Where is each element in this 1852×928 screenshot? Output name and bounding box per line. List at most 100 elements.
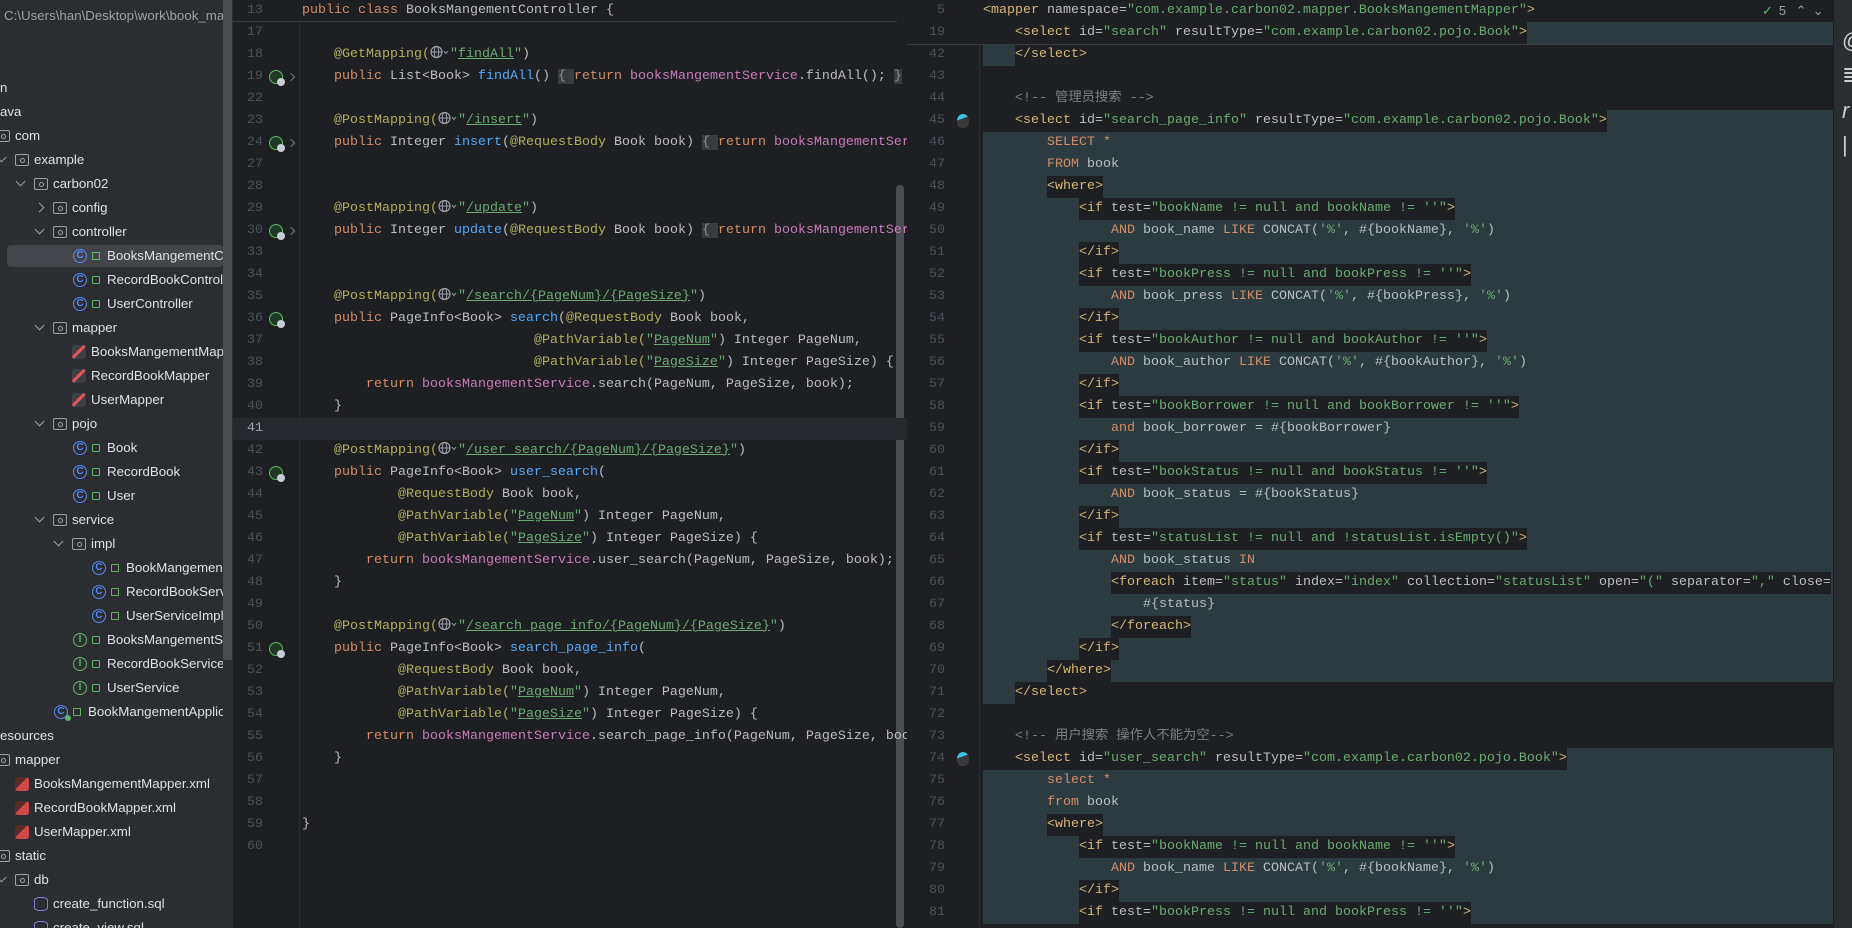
chevron-down-icon[interactable] xyxy=(0,152,7,163)
globe-url-icon[interactable] xyxy=(438,111,458,125)
code-line[interactable]: 47 return booksMangementService.user_sea… xyxy=(233,550,907,572)
code-line[interactable]: 55 <if test="bookAuthor != null and bookA… xyxy=(907,330,1833,352)
code-line[interactable]: 52 @RequestBody Book book, xyxy=(233,660,907,682)
tree-item[interactable]: C BooksMangementController xyxy=(0,244,223,268)
spring-bean-gutter-icon[interactable] xyxy=(269,70,285,86)
code-line[interactable]: 75 select * xyxy=(907,770,1833,792)
code-line[interactable]: 48 <where> xyxy=(907,176,1833,198)
code-line[interactable]: 56 } xyxy=(233,748,907,770)
code-line[interactable]: 45 <select id="search_page_info" resultTy… xyxy=(907,110,1833,132)
code-line[interactable]: 42 </select> xyxy=(907,44,1833,66)
code-line[interactable]: 50 AND book_name LIKE CONCAT('%', #{bookN… xyxy=(907,220,1833,242)
code-line[interactable]: 36 public PageInfo<Book> search(@Request… xyxy=(233,308,907,330)
chevron-down-icon[interactable] xyxy=(34,224,45,235)
code-line[interactable]: 56 AND book_author LIKE CONCAT('%', #{boo… xyxy=(907,352,1833,374)
code-line[interactable]: 71 </select> xyxy=(907,682,1833,704)
code-line[interactable]: 45 @PathVariable("PageNum") Integer Page… xyxy=(233,506,907,528)
spring-bean-gutter-icon[interactable] xyxy=(269,466,285,482)
code-line[interactable]: 22 xyxy=(233,88,907,110)
notifications-icon[interactable]: @ xyxy=(1842,28,1852,54)
spring-bean-gutter-icon[interactable] xyxy=(269,136,285,152)
code-line[interactable]: 74 <select id="user_search" resultType="c… xyxy=(907,748,1833,770)
code-line[interactable]: 80 </if> xyxy=(907,880,1833,902)
tree-item[interactable]: BooksMangementMapper.xml xyxy=(0,772,223,796)
code-line[interactable]: 76 from book xyxy=(907,792,1833,814)
tree-item[interactable]: create_function.sql xyxy=(0,892,223,916)
tree-item[interactable] xyxy=(0,28,223,52)
code-line[interactable]: 38 @PathVariable("PageSize") Integer Pag… xyxy=(233,352,907,374)
tree-item[interactable]: ava xyxy=(0,100,223,124)
code-line[interactable]: 51 </if> xyxy=(907,242,1833,264)
tree-item[interactable]: C User xyxy=(0,484,223,508)
globe-url-icon[interactable] xyxy=(438,199,458,213)
tree-item[interactable]: C UserController xyxy=(0,292,223,316)
code-line[interactable]: 40 } xyxy=(233,396,907,418)
code-line[interactable]: 55 return booksMangementService.search_p… xyxy=(233,726,907,748)
code-line[interactable]: 54 </if> xyxy=(907,308,1833,330)
code-line[interactable]: 5 <mapper namespace="com.example.carbon02… xyxy=(907,0,1833,22)
code-line[interactable]: 68 </foreach> xyxy=(907,616,1833,638)
chevron-down-icon[interactable] xyxy=(34,320,45,331)
tree-item[interactable]: com xyxy=(0,124,223,148)
tree-item[interactable]: UserMapper.xml xyxy=(0,820,223,844)
tree-item[interactable]: I RecordBookService xyxy=(0,652,223,676)
database-icon[interactable]: ≣ xyxy=(1842,62,1852,88)
tree-item[interactable]: n xyxy=(0,76,223,100)
spring-bean-gutter-icon[interactable] xyxy=(269,642,285,658)
code-line[interactable]: 28 xyxy=(233,176,907,198)
code-line[interactable]: 46 @PathVariable("PageSize") Integer Pag… xyxy=(233,528,907,550)
code-line[interactable]: 53 AND book_press LIKE CONCAT('%', #{book… xyxy=(907,286,1833,308)
code-line[interactable]: 23 @PostMapping("/insert") xyxy=(233,110,907,132)
code-line[interactable]: 44 @RequestBody Book book, xyxy=(233,484,907,506)
tree-item[interactable]: C Book xyxy=(0,436,223,460)
chevron-right-icon[interactable] xyxy=(34,202,45,213)
tree-item[interactable]: db xyxy=(0,868,223,892)
code-line[interactable]: 37 @PathVariable("PageNum") Integer Page… xyxy=(233,330,907,352)
java-editor[interactable]: ▲1 ✓1 ⌃⌄ 13public class BooksMangementCo… xyxy=(233,0,907,928)
code-line[interactable]: 58 xyxy=(233,792,907,814)
chevron-down-icon[interactable] xyxy=(34,416,45,427)
tree-item[interactable]: C BookMangementApplication xyxy=(0,700,223,724)
code-line[interactable]: 13 public class BooksMangementController … xyxy=(233,0,907,22)
tree-item[interactable]: controller xyxy=(0,220,223,244)
code-line[interactable]: 60 xyxy=(233,836,907,858)
structure-icon[interactable]: | xyxy=(1842,132,1848,158)
code-line[interactable]: 77 <where> xyxy=(907,814,1833,836)
tree-item[interactable]: static xyxy=(0,844,223,868)
tree-item[interactable]: C UserServiceImpl xyxy=(0,604,223,628)
tree-item[interactable]: C BookMangementServiceImpl xyxy=(0,556,223,580)
tree-item[interactable]: I UserService xyxy=(0,676,223,700)
code-line[interactable]: 67 #{status} xyxy=(907,594,1833,616)
code-line[interactable]: 43 public PageInfo<Book> user_search( xyxy=(233,462,907,484)
tree-item[interactable]: carbon02 xyxy=(0,172,223,196)
code-line[interactable]: 46 SELECT * xyxy=(907,132,1833,154)
code-line[interactable]: 59} xyxy=(233,814,907,836)
code-line[interactable]: 63 </if> xyxy=(907,506,1833,528)
code-line[interactable]: 70 </where> xyxy=(907,660,1833,682)
code-line[interactable]: 19 <select id="search" resultType="com.ex… xyxy=(907,22,1833,44)
code-line[interactable]: 60 </if> xyxy=(907,440,1833,462)
tree-item[interactable]: pojo xyxy=(0,412,223,436)
code-line[interactable]: 43 xyxy=(907,66,1833,88)
globe-url-icon[interactable] xyxy=(438,617,458,631)
code-line[interactable]: 24 public Integer insert(@RequestBody Bo… xyxy=(233,132,907,154)
code-line[interactable]: 48 } xyxy=(233,572,907,594)
expand-fold-icon[interactable] xyxy=(286,72,296,82)
expand-fold-icon[interactable] xyxy=(286,226,296,236)
code-line[interactable]: 57 xyxy=(233,770,907,792)
code-line[interactable]: 19 public List<Book> findAll() { return … xyxy=(233,66,907,88)
spring-bean-gutter-icon[interactable] xyxy=(269,224,285,240)
code-line[interactable]: 35 @PostMapping("/search/{PageNum}/{Page… xyxy=(233,286,907,308)
code-line[interactable]: 58 <if test="bookBorrower != null and boo… xyxy=(907,396,1833,418)
code-line[interactable]: 49 xyxy=(233,594,907,616)
tree-item[interactable]: UserMapper xyxy=(0,388,223,412)
tree-item[interactable]: config xyxy=(0,196,223,220)
code-line[interactable]: 27 xyxy=(233,154,907,176)
globe-url-icon[interactable] xyxy=(430,45,450,59)
code-line[interactable]: 81 <if test="bookPress != null and bookPr… xyxy=(907,902,1833,924)
code-line[interactable]: 57 </if> xyxy=(907,374,1833,396)
code-line[interactable]: 53 @PathVariable("PageNum") Integer Page… xyxy=(233,682,907,704)
tree-item[interactable]: C RecordBook xyxy=(0,460,223,484)
mybatis-navigate-icon[interactable] xyxy=(957,752,969,766)
globe-url-icon[interactable] xyxy=(438,287,458,301)
